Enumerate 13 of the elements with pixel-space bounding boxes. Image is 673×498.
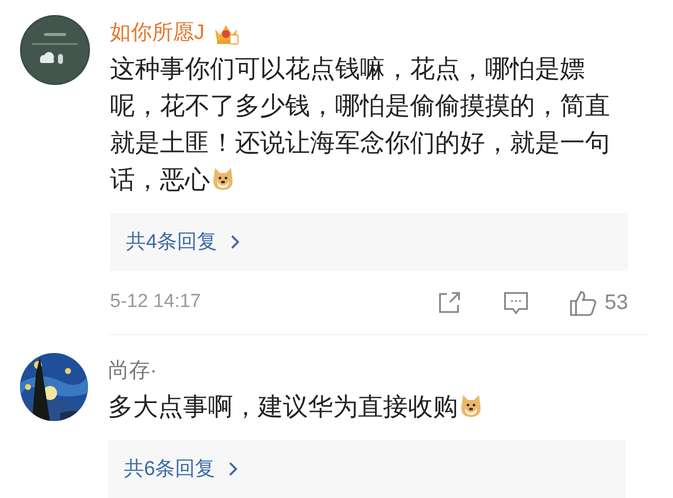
chevron-icon <box>227 461 240 477</box>
username[interactable]: 如你所愿J <box>110 17 204 49</box>
comment-text: 多大点事啊，建议华为直接收购 <box>108 389 616 426</box>
comment-icon[interactable] <box>502 290 529 316</box>
replies-link[interactable]: 共4条回复 <box>110 213 628 271</box>
like-count: 53 <box>604 290 628 316</box>
comment-text: 这种事你们可以花点钱嘛，花点，哪怕是嫖呢，花不了多少钱，哪怕是偷偷摸摸的，简直就是土匪！还说让海军念你们的好，就是一句话，恶心 <box>110 54 611 196</box>
chevron-icon <box>229 234 242 250</box>
timestamp: 5-12 14:17 <box>110 290 201 314</box>
share-icon[interactable] <box>436 290 463 314</box>
replies-link[interactable]: 共6条回复 <box>108 440 626 498</box>
like-icon[interactable] <box>568 288 597 316</box>
username[interactable]: 尚存· <box>108 355 157 387</box>
